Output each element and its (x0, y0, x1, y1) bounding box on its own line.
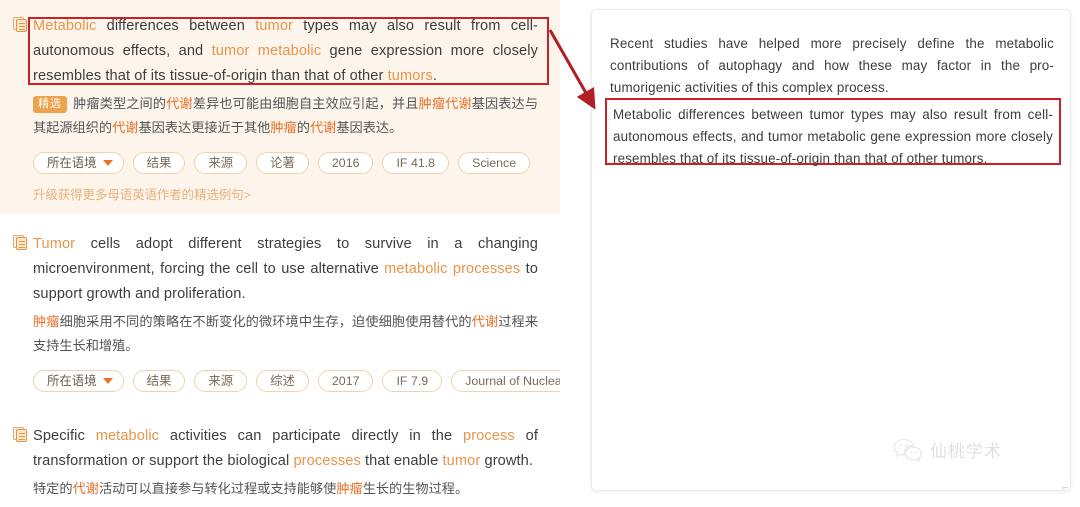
plain-text-run: 特定的 (33, 481, 73, 496)
chip-label: 所在语境 (47, 374, 97, 388)
chip-label: 论著 (270, 156, 295, 170)
chip-label: 来源 (208, 156, 234, 170)
chip-metadata[interactable]: Journal of Nuclea... (451, 370, 560, 392)
chip-label: 综述 (270, 374, 295, 388)
keyword-highlight: 代谢 (72, 481, 99, 496)
chip-context-filter[interactable]: 所在语境 (33, 370, 124, 392)
keyword-highlight: 代谢 (471, 314, 499, 329)
sentence-results-column: Metabolic differences between tumor type… (0, 0, 560, 507)
keyword-highlight: Tumor (33, 236, 76, 252)
plain-text-run: 基因表达。 (336, 120, 403, 135)
plain-text-run: 基因表达更接近于其他 (138, 120, 271, 135)
chip-metadata[interactable]: IF 41.8 (382, 152, 450, 174)
chip-metadata[interactable]: IF 7.9 (382, 370, 443, 392)
chip-metadata[interactable]: 来源 (194, 152, 248, 174)
english-sentence-block: Tumor cells adopt different strategies t… (10, 232, 538, 307)
featured-badge: 精选 (33, 96, 67, 113)
keyword-highlight: tumor (255, 18, 293, 34)
keyword-highlight: process (463, 428, 515, 444)
chip-label: 2017 (331, 374, 360, 388)
plain-text-run: 活动可以直接参与转化过程或支持能够使 (98, 481, 337, 496)
chinese-translation-body: 肿瘤类型之间的代谢差异也可能由细胞自主效应引起，并且肿瘤代谢基因表达与其起源组织… (33, 96, 538, 135)
keyword-highlight: 代谢 (166, 96, 193, 111)
keyword-highlight: metabolic processes (384, 261, 521, 277)
chip-label: 结果 (146, 156, 172, 170)
document-copy-icon[interactable] (13, 17, 28, 33)
chip-context-filter[interactable]: 所在语境 (33, 152, 124, 174)
plain-text-run: 差异也可能由细胞自主效应引起，并且 (192, 96, 419, 111)
chevron-down-icon[interactable] (102, 378, 113, 384)
keyword-highlight: 肿瘤 (33, 314, 60, 329)
keyword-highlight: 肿瘤代谢 (418, 96, 472, 111)
keyword-highlight: tumors (387, 68, 433, 84)
document-copy-icon[interactable] (13, 235, 28, 251)
chip-label: 2016 (331, 156, 360, 170)
plain-text-run: Specific (33, 428, 96, 444)
corner-mark: ⌐ (1062, 482, 1069, 494)
sentence-card[interactable]: Metabolic differences between tumor type… (0, 0, 560, 214)
keyword-highlight: metabolic (95, 428, 160, 444)
chinese-translation-text: 肿瘤细胞采用不同的策略在不断变化的微环境中生存，迫使细胞使用替代的代谢过程来支持… (10, 310, 538, 358)
chip-label: Journal of Nuclea... (465, 374, 560, 388)
chip-label: IF 7.9 (396, 374, 429, 388)
plain-text-run: growth. (480, 453, 534, 469)
keyword-highlight: tumor metabolic (211, 43, 322, 59)
plain-text-run: that enable (360, 453, 443, 469)
sentence-card[interactable]: Tumor cells adopt different strategies t… (0, 214, 560, 402)
english-sentence-block: Metabolic differences between tumor type… (10, 14, 538, 89)
plain-text-run: 细胞采用不同的策略在不断变化的微环境中生存，迫使细胞使用替代的 (59, 314, 472, 329)
chip-label: 来源 (208, 374, 234, 388)
sentence-card[interactable]: Specific metabolic activities can partic… (0, 402, 560, 507)
chinese-translation-text: 精选 肿瘤类型之间的代谢差异也可能由细胞自主效应引起，并且肿瘤代谢基因表达与其起源… (10, 92, 538, 140)
right-highlight-box: Metabolic differences between tumor type… (605, 98, 1061, 166)
keyword-highlight: tumor (442, 453, 481, 469)
metadata-chip-row: 所在语境 结果 来源 论著 2016 IF 41.8 Science (10, 152, 538, 174)
screenshot-root: Metabolic differences between tumor type… (0, 0, 1080, 507)
plain-text-run: 肿瘤类型之间的 (73, 96, 167, 111)
chip-label: IF 41.8 (396, 156, 436, 170)
source-document-panel[interactable]: Recent studies have helped more precisel… (587, 9, 1071, 491)
english-sentence-text: Metabolic differences between tumor type… (33, 14, 538, 89)
plain-text-run: 生长的生物过程。 (362, 481, 469, 496)
chip-metadata[interactable]: 综述 (256, 370, 309, 392)
upgrade-link[interactable]: 升级获得更多母语英语作者的精选例句> (10, 186, 538, 204)
plain-text-run: activities can participate directly in t… (159, 428, 464, 444)
chip-metadata[interactable]: 2017 (317, 370, 374, 392)
chip-label: Science (472, 156, 517, 170)
keyword-highlight: 代谢 (112, 120, 139, 135)
source-intro-paragraph: Recent studies have helped more precisel… (610, 36, 1054, 95)
english-sentence-block: Specific metabolic activities can partic… (10, 424, 538, 474)
keyword-highlight: 肿瘤 (336, 481, 363, 496)
metadata-chip-row: 所在语境 结果 来源 综述 2017 IF 7.9 Journal of Nuclea... (10, 370, 560, 392)
document-copy-icon[interactable] (13, 427, 28, 443)
keyword-highlight: Metabolic (33, 18, 97, 34)
plain-text-run: . (432, 68, 437, 84)
keyword-highlight: 肿瘤 (270, 120, 297, 135)
chip-label: 结果 (146, 374, 172, 388)
chip-metadata[interactable]: Science (458, 152, 531, 174)
english-sentence-text: Specific metabolic activities can partic… (33, 424, 538, 474)
keyword-highlight: 代谢 (309, 120, 337, 135)
chinese-translation-text: 特定的代谢活动可以直接参与转化过程或支持能够使肿瘤生长的生物过程。 (10, 477, 538, 501)
chip-metadata[interactable]: 结果 (132, 152, 186, 174)
keyword-highlight: processes (293, 453, 361, 469)
chevron-down-icon[interactable] (102, 160, 113, 166)
chip-label: 所在语境 (47, 156, 97, 170)
plain-text-run: 的 (296, 120, 310, 135)
chip-metadata[interactable]: 来源 (194, 370, 248, 392)
source-highlighted-paragraph: Metabolic differences between tumor type… (613, 107, 1053, 166)
plain-text-run: differences between (96, 18, 256, 34)
chip-metadata[interactable]: 2016 (317, 152, 374, 174)
chip-metadata[interactable]: 论著 (256, 152, 309, 174)
chip-metadata[interactable]: 结果 (132, 370, 186, 392)
english-sentence-text: Tumor cells adopt different strategies t… (33, 232, 538, 307)
